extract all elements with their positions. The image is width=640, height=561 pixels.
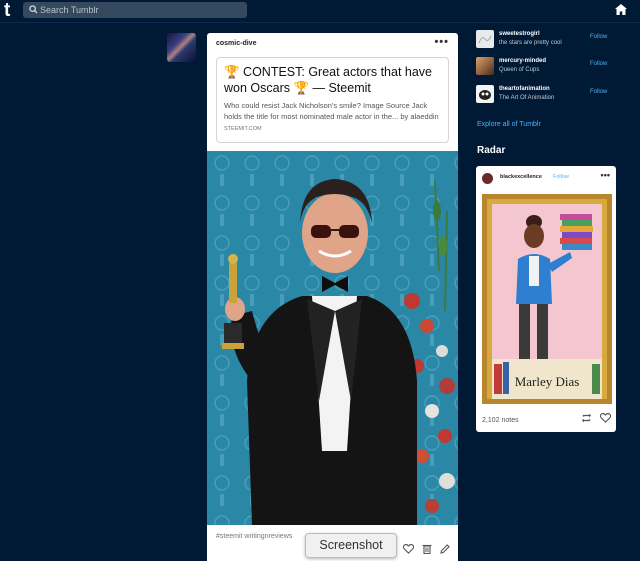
reblog-icon[interactable] bbox=[581, 413, 592, 423]
link-preview-card[interactable]: 🏆 CONTEST: Great actors that have won Os… bbox=[216, 57, 449, 143]
suggested-blog-avatar[interactable] bbox=[476, 30, 494, 48]
top-navigation-bar: t bbox=[0, 0, 640, 23]
explore-all-link[interactable]: Explore all of Tumblr bbox=[477, 121, 541, 128]
like-heart-icon[interactable] bbox=[600, 413, 611, 423]
radar-image-caption: Marley Dias bbox=[515, 374, 580, 389]
suggested-blog-avatar[interactable] bbox=[476, 57, 494, 75]
suggested-blog-name[interactable]: theartofanimation bbox=[499, 86, 550, 92]
post-header: cosmic-dive ••• bbox=[207, 33, 458, 55]
heart-icon[interactable] bbox=[403, 544, 414, 554]
suggested-blog-name[interactable]: sweetestrogirl bbox=[499, 31, 540, 37]
follow-button[interactable]: Follow bbox=[590, 34, 607, 40]
home-icon[interactable] bbox=[615, 4, 627, 15]
search-icon bbox=[29, 5, 38, 14]
follow-button[interactable]: Follow bbox=[590, 89, 607, 95]
blog-avatar[interactable] bbox=[167, 33, 196, 62]
screenshot-tooltip: Screenshot bbox=[305, 533, 397, 558]
radar-post-card: blackexcellence Follow ••• Marley Dias 2… bbox=[476, 166, 616, 432]
radar-notes-count[interactable]: 2,102 notes bbox=[482, 417, 519, 424]
post-actions bbox=[403, 544, 450, 554]
link-title[interactable]: 🏆 CONTEST: Great actors that have won Os… bbox=[224, 64, 441, 96]
post-blog-name[interactable]: cosmic-dive bbox=[216, 40, 256, 47]
radar-more-options-icon[interactable]: ••• bbox=[601, 170, 610, 180]
post-card: cosmic-dive ••• 🏆 CONTEST: Great actors … bbox=[207, 33, 458, 561]
link-description: Who could resist Jack Nicholson's smile?… bbox=[224, 101, 439, 121]
delete-icon[interactable] bbox=[422, 544, 432, 554]
suggested-blog[interactable]: mercury-minded Queen of Cups Follow bbox=[476, 57, 636, 79]
post-photo[interactable] bbox=[207, 151, 458, 525]
radar-post-actions bbox=[581, 413, 611, 423]
radar-heading: Radar bbox=[477, 145, 506, 156]
follow-button[interactable]: Follow bbox=[590, 61, 607, 67]
more-options-icon[interactable]: ••• bbox=[434, 36, 449, 48]
search-bar[interactable] bbox=[23, 2, 247, 18]
suggested-blog[interactable]: sweetestrogirl the stars are pretty cool… bbox=[476, 30, 636, 52]
suggested-blog-subtitle: The Art Of Animation bbox=[499, 95, 555, 101]
search-input[interactable] bbox=[40, 2, 240, 18]
link-site: STEEMIT.COM bbox=[224, 126, 262, 132]
suggested-blog[interactable]: theartofanimation The Art Of Animation F… bbox=[476, 85, 636, 107]
suggested-blog-subtitle: the stars are pretty cool bbox=[499, 40, 562, 46]
oscar-photo-illustration bbox=[207, 151, 458, 525]
post-tags[interactable]: #steemit writingnreviews bbox=[216, 533, 292, 540]
suggested-blog-subtitle: Queen of Cups bbox=[499, 67, 540, 73]
suggested-blog-name[interactable]: mercury-minded bbox=[499, 58, 546, 64]
tumblr-logo[interactable]: t bbox=[4, 1, 10, 21]
radar-blog-name[interactable]: blackexcellence bbox=[500, 174, 542, 180]
radar-blog-avatar[interactable] bbox=[482, 173, 493, 184]
radar-post-image[interactable]: Marley Dias bbox=[482, 194, 612, 404]
radar-follow-button[interactable]: Follow bbox=[553, 174, 569, 180]
suggested-blog-avatar[interactable] bbox=[476, 85, 494, 103]
edit-icon[interactable] bbox=[440, 544, 450, 554]
